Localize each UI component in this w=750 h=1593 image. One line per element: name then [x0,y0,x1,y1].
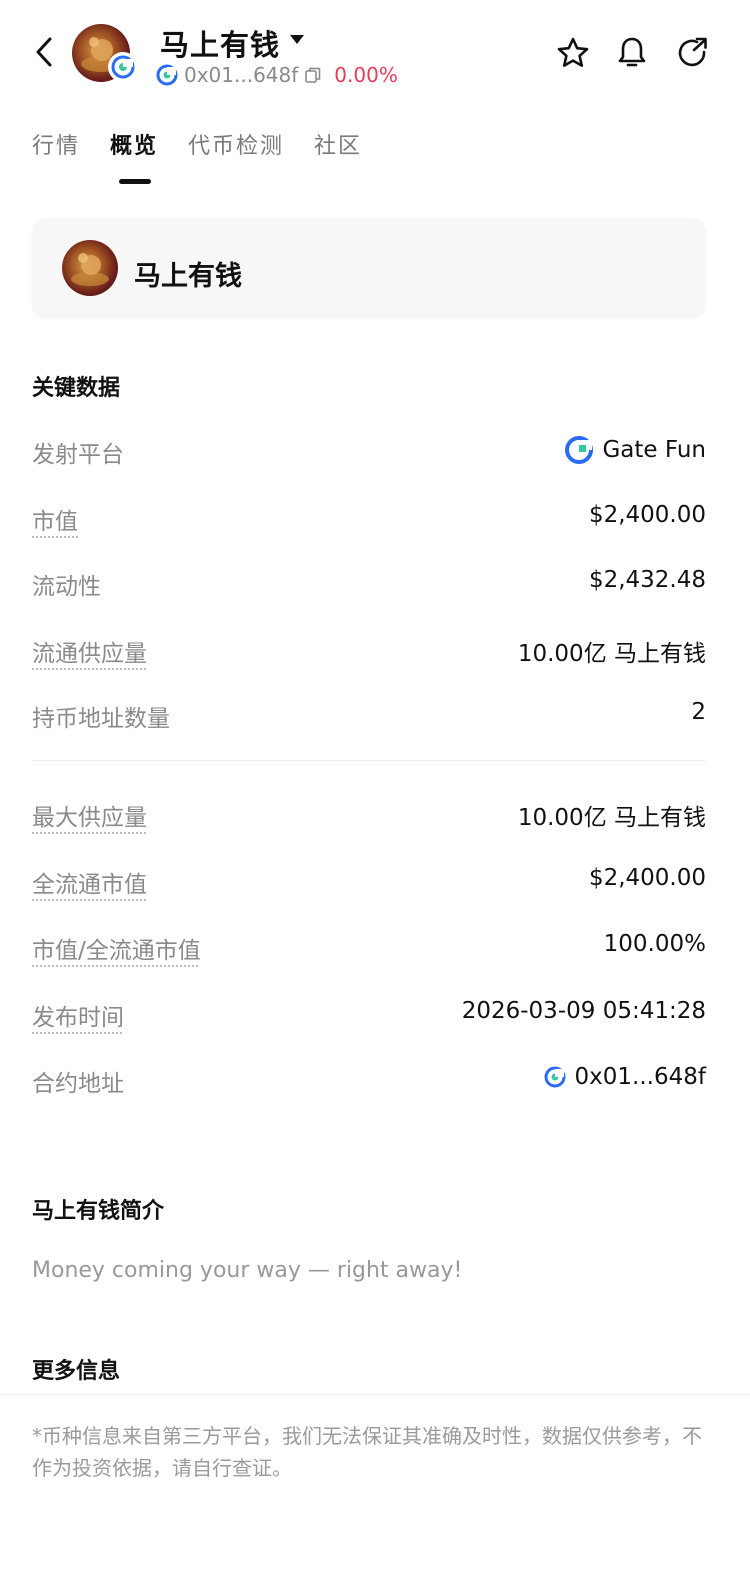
gate-chain-icon [108,52,138,82]
release-time-label[interactable]: 发布时间 [32,998,124,1032]
circulating-supply-label[interactable]: 流通供应量 [32,634,147,668]
liquidity-value: $2,432.48 [588,567,706,593]
address-row: 0x01...648f 0.00% [156,62,398,88]
holders-label: 持币地址数量 [32,706,170,732]
key-data-title: 关键数据 [32,376,121,401]
tab-token-check[interactable]: 代币检测 [188,128,284,160]
caret-down-icon[interactable] [290,30,304,49]
disclaimer-text: *币种信息来自第三方平台，我们无法保证其准确及时性，数据仅供参考，不作为投资依据… [32,1424,702,1480]
favorite-button[interactable] [553,33,593,73]
fdv-label[interactable]: 全流通市值 [32,865,147,899]
contract-address-label: 合约地址 [32,1071,124,1097]
back-button[interactable] [24,30,64,74]
share-button[interactable] [672,33,712,73]
alert-button[interactable] [612,33,652,73]
contract-address-value[interactable]: 0x01...648f [543,1064,706,1090]
token-name: 马上有钱 [134,261,242,292]
page-title: 马上有钱 [160,28,281,62]
tab-overview[interactable]: 概览 [110,128,158,160]
fdv-value: $2,400.00 [588,865,706,891]
tab-bar: 行情 概览 代币检测 社区 [32,128,362,160]
mcap-fdv-ratio-value: 100.00% [603,931,706,957]
copy-icon[interactable] [304,66,322,84]
launch-platform-value[interactable]: Gate Fun [564,435,706,465]
gate-chain-icon [156,64,178,86]
launch-platform-label: 发射平台 [32,442,124,468]
intro-title: 马上有钱简介 [32,1199,165,1224]
market-cap-label[interactable]: 市值 [32,502,78,536]
holders-value: 2 [691,699,706,725]
tab-market[interactable]: 行情 [32,128,80,160]
gate-chain-icon [544,1066,566,1088]
bell-icon [618,37,646,67]
launch-platform-text: Gate Fun [602,437,706,463]
mcap-fdv-ratio-label[interactable]: 市值/全流通市值 [32,931,201,965]
contract-address-text: 0x01...648f [574,1064,706,1090]
share-icon [678,37,707,67]
max-supply-value: 10.00亿 马上有钱 [517,805,706,831]
token-avatar [62,240,118,296]
active-tab-indicator [119,179,151,184]
price-change-percent: 0.00% [334,63,398,87]
tab-community[interactable]: 社区 [314,128,362,160]
market-cap-value: $2,400.00 [588,502,706,528]
release-time-value: 2026-03-09 05:41:28 [461,998,706,1024]
gate-fun-logo-icon [565,436,594,464]
divider [0,1394,750,1395]
circulating-supply-value: 10.00亿 马上有钱 [517,641,706,667]
star-icon [557,37,589,67]
contract-address: 0x01...648f [184,63,299,87]
chevron-left-icon [36,37,52,67]
intro-text: Money coming your way — right away! [32,1258,463,1283]
divider [32,760,706,761]
liquidity-label: 流动性 [32,574,101,600]
max-supply-label[interactable]: 最大供应量 [32,798,147,832]
more-info-title: 更多信息 [32,1359,121,1384]
